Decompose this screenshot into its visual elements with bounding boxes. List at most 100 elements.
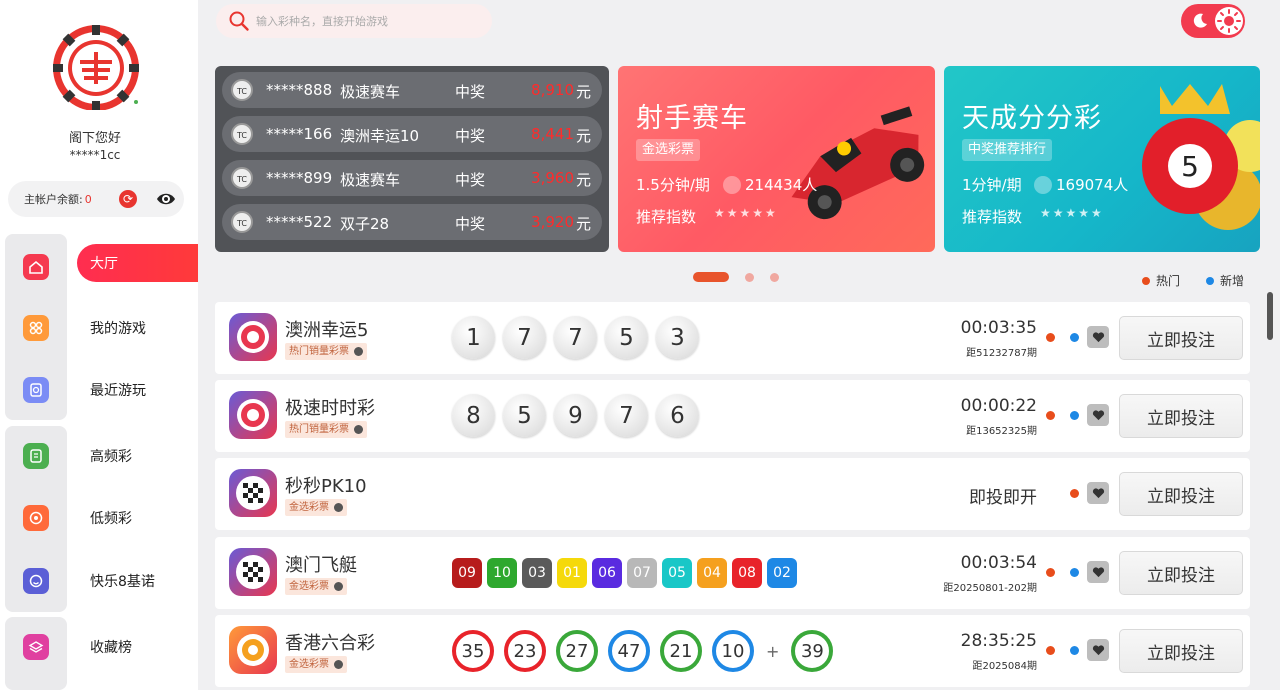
banner-period: 1分钟/期 [962,176,1022,194]
hot-dot-icon [1070,489,1079,498]
hot-dot-icon [1046,333,1055,342]
user-icon [723,175,741,194]
banner-player-count: 214434人 [745,176,818,194]
carousel-dot[interactable] [693,272,729,282]
banner-period: 1.5分钟/期 [636,176,710,194]
banner-sheshou-racing[interactable]: 射手赛车 金选彩票 1.5分钟/期 214434人 推荐指数 ★★★★★ [618,66,935,252]
banner-rate-label: 推荐指数 [962,208,1023,226]
result-ball: 10 [712,630,754,672]
sidebar-item-label: 低频彩 [90,511,132,527]
sidebar: 阁下您好 *****1cc 主帐户余额: 0 ⟳ 大厅 我的游戏 最近游玩 高频… [0,0,198,690]
bet-now-button[interactable]: 立即投注 [1119,472,1243,516]
heart-icon[interactable] [1087,404,1109,426]
heart-icon[interactable] [1087,639,1109,661]
winner-amount: 3,960 [531,169,574,187]
sidebar-item-favorites[interactable]: 收藏榜 [0,622,198,672]
game-name: 秒秒PK10 [285,476,367,497]
period: 距13652325期 [966,426,1037,437]
sidebar-item-label: 快乐8基诺 [90,574,155,590]
countdown: 00:03:35 [960,318,1037,338]
new-dot-icon [1206,276,1214,285]
game-tag: 热门销量彩票 [285,343,367,360]
legend-hot: 热门 [1142,272,1180,289]
result-ball: 07 [627,558,657,588]
winner-unit: 元 [576,83,592,101]
theme-toggle[interactable] [1181,4,1245,38]
game-name: 极速时时彩 [285,398,375,419]
heart-icon[interactable] [1087,561,1109,583]
winner-row: TC *****522 双子28 中奖 3,920 元 [222,204,602,240]
winner-row: TC *****899 极速赛车 中奖 3,960 元 [222,160,602,196]
rating-stars-icon: ★★★★★ [714,206,778,220]
mark-six-icon [229,626,277,674]
banner-tiancheng-ffc[interactable]: 5 天成分分彩 中奖推荐排行 1分钟/期 169074人 推荐指数 ★★★★★ [944,66,1260,252]
rating-stars-icon: ★★★★★ [1040,206,1104,220]
search-icon [229,11,249,31]
new-dot-icon [1070,568,1079,577]
result-ball: 47 [608,630,650,672]
carousel-dots [693,272,779,282]
winner-user: *****522 [266,213,333,231]
winner-row: TC *****888 极速赛车 中奖 8,910 元 [222,72,602,108]
refresh-icon[interactable]: ⟳ [119,190,137,208]
legend-new-label: 新增 [1220,274,1245,288]
game-tag: 金选彩票 [285,499,347,516]
winner-game: 极速赛车 [340,171,401,189]
layers-icon [23,634,49,660]
heart-icon[interactable] [1087,482,1109,504]
game-row: 极速时时彩 热门销量彩票 8 5 9 7 6 00:00:22 距1365232… [215,380,1250,452]
checkered-flag-icon [229,469,277,517]
bet-now-button[interactable]: 立即投注 [1119,394,1243,438]
scrollbar-thumb[interactable] [1267,292,1273,340]
bet-now-button[interactable]: 立即投注 [1119,629,1243,673]
winner-user: *****888 [266,81,333,99]
lottery-ball-icon: 5 [1142,84,1260,230]
result-ball: 3 [656,316,699,359]
winner-game: 澳洲幸运10 [340,127,420,145]
sidebar-item-low-freq[interactable]: 低频彩 [0,493,198,543]
bet-now-button[interactable]: 立即投注 [1119,316,1243,360]
countdown: 00:00:22 [960,396,1037,416]
banner-player-count: 169074人 [1056,176,1129,194]
result-ball: 9 [554,394,597,437]
draw-result: 1 7 7 5 3 [452,316,707,359]
sidebar-item-label: 大厅 [90,256,118,272]
sidebar-item-lobby[interactable]: 大厅 [0,242,198,292]
clock-icon [23,377,49,403]
search-input[interactable] [256,14,476,28]
sidebar-item-recent[interactable]: 最近游玩 [0,365,198,415]
special-ball: 39 [791,630,834,672]
result-ball: 09 [452,558,482,588]
carousel-dot[interactable] [770,272,779,282]
draw-result: 09 10 03 01 06 07 05 04 08 02 [452,558,802,588]
sidebar-item-my-games[interactable]: 我的游戏 [0,303,198,353]
carousel-dot[interactable] [745,272,754,282]
winner-label: 中奖 [455,127,486,145]
search-bar [216,4,492,38]
countdown: 00:03:54 [960,553,1037,573]
hot-dot-icon [1142,276,1150,285]
result-ball: 7 [605,394,648,437]
game-row: 澳洲幸运5 热门销量彩票 1 7 7 5 3 00:03:35 距5123278… [215,302,1250,374]
banner-title: 天成分分彩 [962,103,1102,134]
game-tag: 金选彩票 [285,578,347,595]
result-ball: 27 [556,630,598,672]
result-ball: 23 [504,630,546,672]
banner-rate-label: 推荐指数 [636,208,697,226]
result-ball: 5 [605,316,648,359]
result-ball: 21 [660,630,702,672]
bet-now-button[interactable]: 立即投注 [1119,551,1243,595]
result-ball: 35 [452,630,494,672]
sidebar-item-keno[interactable]: 快乐8基诺 [0,556,198,606]
eye-icon[interactable] [156,190,176,208]
game-name: 香港六合彩 [285,633,375,654]
result-ball: 01 [557,558,587,588]
sidebar-item-high-freq[interactable]: 高频彩 [0,431,198,481]
game-ball-icon [229,313,277,361]
hot-dot-icon [1046,568,1055,577]
username-text: *****1cc [69,148,121,162]
result-ball: 03 [522,558,552,588]
tc-badge-icon: TC [231,211,253,233]
heart-icon[interactable] [1087,326,1109,348]
winners-panel: TC *****888 极速赛车 中奖 8,910 元 TC *****166 … [215,66,609,252]
